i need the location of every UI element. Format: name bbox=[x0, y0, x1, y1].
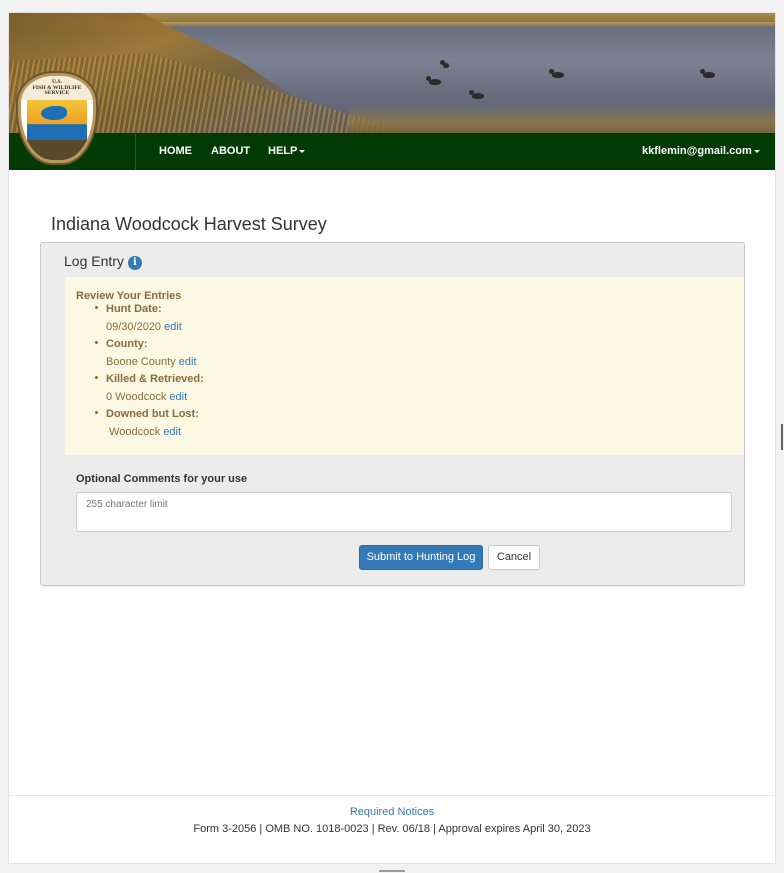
seal-base bbox=[21, 140, 93, 160]
info-icon[interactable]: i bbox=[127, 256, 142, 270]
top-navbar: HOME ABOUT HELP kkflemin@gmail.com bbox=[9, 133, 775, 170]
review-item-value: Boone County bbox=[106, 356, 176, 368]
duck-icon bbox=[426, 76, 441, 85]
page-frame: HOME ABOUT HELP kkflemin@gmail.com U.S. … bbox=[9, 13, 775, 863]
header-banner-image bbox=[9, 13, 775, 133]
seal-line: SERVICE bbox=[44, 90, 70, 97]
seal-bird-icon bbox=[41, 106, 67, 120]
user-account-dropdown[interactable]: kkflemin@gmail.com bbox=[642, 133, 760, 170]
comments-label: Optional Comments for your use bbox=[76, 473, 248, 485]
bullet-icon bbox=[95, 341, 98, 344]
review-item-label: County: bbox=[106, 338, 148, 350]
review-item-value-row: 09/30/2020 edit bbox=[106, 318, 204, 336]
banner-horizon bbox=[109, 13, 775, 22]
bullet-icon bbox=[95, 376, 98, 379]
caret-down-icon bbox=[753, 149, 760, 153]
duck-icon bbox=[440, 60, 449, 68]
nav-about[interactable]: ABOUT bbox=[211, 133, 250, 170]
nav-divider bbox=[135, 133, 136, 170]
review-item-value-row: Woodcock edit bbox=[106, 423, 204, 441]
bullet-icon bbox=[95, 411, 98, 414]
required-notices-link[interactable]: Required Notices bbox=[9, 806, 775, 818]
nav-help-label: HELP bbox=[268, 145, 298, 157]
review-entries-box: Review Your Entries Hunt Date: 09/30/202… bbox=[65, 277, 744, 455]
page-title: Indiana Woodcock Harvest Survey bbox=[51, 214, 327, 234]
review-item-value: 0 Woodcock bbox=[106, 391, 167, 403]
review-item-value-row: Boone County edit bbox=[106, 353, 204, 371]
fws-seal-logo: U.S. FISH & WILDLIFE SERVICE bbox=[18, 73, 96, 163]
edit-killed-retrieved-link[interactable]: edit bbox=[169, 391, 187, 403]
review-item-label: Killed & Retrieved: bbox=[106, 373, 204, 385]
nav-home[interactable]: HOME bbox=[159, 133, 192, 170]
nav-help-dropdown[interactable]: HELP bbox=[268, 133, 306, 170]
cancel-button[interactable]: Cancel bbox=[488, 545, 540, 570]
review-list: Hunt Date: 09/30/2020 edit County: Boone… bbox=[76, 301, 204, 441]
footer-divider bbox=[9, 795, 775, 796]
banner-sandbar bbox=[349, 105, 775, 133]
review-item-hunt-date: Hunt Date: 09/30/2020 edit bbox=[76, 301, 204, 336]
panel-heading-label: Log Entry bbox=[64, 253, 124, 269]
form-info-text: Form 3-2056 | OMB NO. 1018-0023 | Rev. 0… bbox=[193, 823, 591, 835]
log-entry-panel: Log Entry i Review Your Entries Hunt Date… bbox=[40, 242, 745, 586]
duck-icon bbox=[700, 69, 715, 78]
duck-icon bbox=[469, 90, 484, 99]
scrollbar-handle[interactable] bbox=[781, 424, 783, 450]
comments-textarea[interactable] bbox=[76, 492, 732, 532]
caret-down-icon bbox=[299, 149, 306, 153]
review-item-value-row: 0 Woodcock edit bbox=[106, 388, 204, 406]
review-item-label: Hunt Date: bbox=[106, 303, 162, 315]
duck-icon bbox=[549, 69, 564, 78]
edit-county-link[interactable]: edit bbox=[179, 356, 197, 368]
seal-text: U.S. FISH & WILDLIFE SERVICE bbox=[21, 76, 93, 100]
review-item-county: County: Boone County edit bbox=[76, 336, 204, 371]
submit-to-hunting-log-button[interactable]: Submit to Hunting Log bbox=[359, 545, 483, 570]
edit-hunt-date-link[interactable]: edit bbox=[164, 321, 182, 333]
review-item-value: Woodcock bbox=[106, 426, 161, 438]
review-item-killed-retrieved: Killed & Retrieved: 0 Woodcock edit bbox=[76, 371, 204, 406]
panel-heading: Log Entry i bbox=[64, 253, 142, 270]
user-email: kkflemin@gmail.com bbox=[642, 145, 752, 157]
review-item-value: 09/30/2020 bbox=[106, 321, 162, 333]
review-item-label: Downed but Lost: bbox=[106, 408, 199, 420]
bullet-icon bbox=[95, 306, 98, 309]
review-item-downed-lost: Downed but Lost: Woodcock edit bbox=[76, 406, 204, 441]
bottom-scroll-indicator bbox=[379, 870, 405, 872]
edit-downed-lost-link[interactable]: edit bbox=[163, 426, 181, 438]
